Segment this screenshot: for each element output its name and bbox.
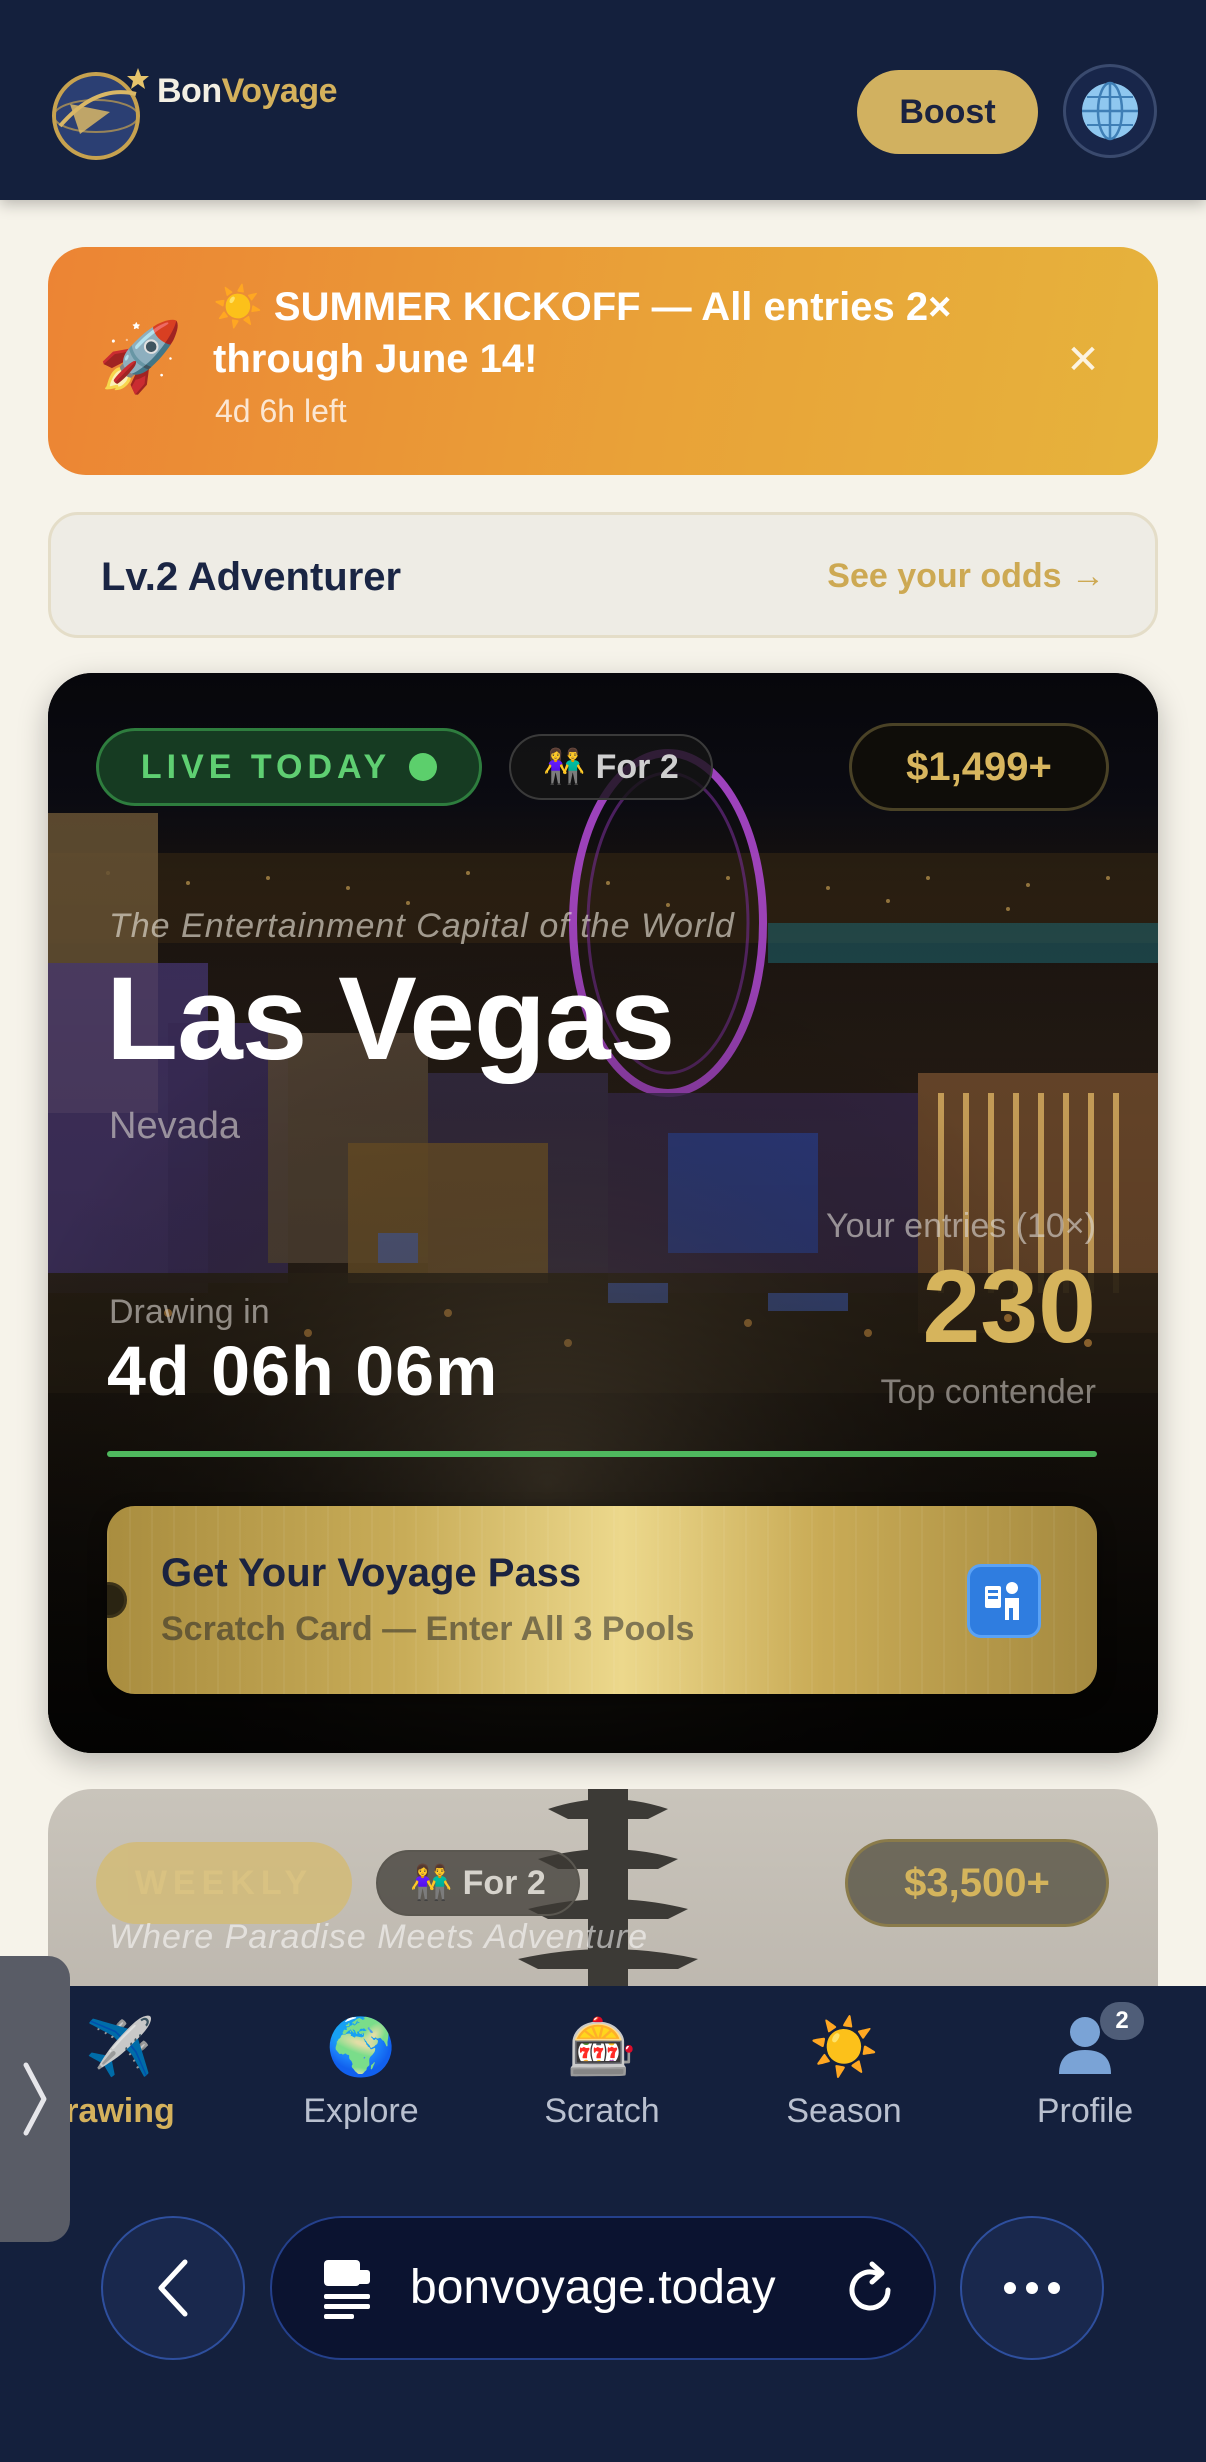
boost-button[interactable]: Boost xyxy=(857,70,1038,154)
entries-label: Your entries (10×) xyxy=(826,1207,1096,1245)
dot-icon xyxy=(1048,2282,1060,2294)
passport-control-icon xyxy=(967,1564,1041,1638)
notification-badge: 2 xyxy=(1100,2002,1144,2040)
level-bar[interactable]: Lv.2 Adventurer See your odds → xyxy=(48,512,1158,638)
chevron-left-icon xyxy=(158,2259,188,2317)
price-badge: $1,499+ xyxy=(849,723,1109,811)
voyage-pass-title: Get Your Voyage Pass xyxy=(161,1551,582,1595)
address-bar[interactable]: bonvoyage.today xyxy=(270,2216,936,2360)
party-size-badge: 👫 For 2 xyxy=(376,1850,580,1916)
live-dot-icon xyxy=(409,753,438,781)
reload-icon[interactable] xyxy=(842,2260,902,2320)
dot-icon xyxy=(1026,2282,1038,2294)
drawing-countdown: 4d 06h 06m xyxy=(107,1332,499,1410)
couple-icon: 👫 xyxy=(543,748,586,786)
tab-label: Scratch xyxy=(544,2092,660,2130)
tab-label: Profile xyxy=(1036,2092,1134,2130)
promo-time-left: 4d 6h left xyxy=(215,393,347,429)
destination-tagline: Where Paradise Meets Adventure xyxy=(109,1918,648,1956)
weekly-badge: WEEKLY xyxy=(96,1842,352,1924)
page-info-icon xyxy=(324,2260,370,2319)
promo-banner[interactable]: 🚀 ☀️ SUMMER KICKOFF — All entries 2× thr… xyxy=(48,247,1158,475)
more-options-button[interactable] xyxy=(960,2216,1104,2360)
dot-icon xyxy=(1004,2282,1016,2294)
tab-season[interactable]: ☀️ Season xyxy=(744,2012,944,2142)
slot-machine-icon: 🎰 xyxy=(567,2015,637,2078)
language-button[interactable] xyxy=(1063,64,1157,158)
entries-rank: Top contender xyxy=(880,1373,1097,1411)
see-odds-link[interactable]: See your odds → xyxy=(827,557,1105,596)
tab-profile[interactable]: Profile xyxy=(985,2012,1185,2142)
drawing-label: Drawing in xyxy=(109,1293,270,1331)
brand-name: BonVoyage xyxy=(157,72,338,110)
rocket-icon: 🚀 xyxy=(98,319,183,395)
price-badge: $3,500+ xyxy=(845,1839,1109,1927)
chevron-right-icon xyxy=(23,2062,47,2136)
tab-label: Season xyxy=(786,2092,902,2130)
tab-scratch[interactable]: 🎰 Scratch xyxy=(502,2012,702,2142)
browser-back-button[interactable] xyxy=(101,2216,245,2360)
bonvoyage-logo-icon[interactable] xyxy=(50,64,150,160)
featured-destination-card[interactable]: LIVE TODAY 👫 For 2 $1,499+ The Entertain… xyxy=(48,673,1158,1753)
couple-icon: 👫 xyxy=(410,1864,453,1902)
voyage-pass-subtitle: Scratch Card — Enter All 3 Pools xyxy=(161,1610,695,1648)
level-label: Lv.2 Adventurer xyxy=(101,555,402,599)
globe-icon xyxy=(1082,81,1138,141)
voyage-pass-button[interactable]: Get Your Voyage Pass Scratch Card — Ente… xyxy=(107,1506,1097,1694)
sun-icon: ☀️ xyxy=(809,2015,879,2078)
ticket-notch xyxy=(107,1582,127,1618)
tab-explore[interactable]: 🌍 Explore xyxy=(261,2012,461,2142)
drawing-progress-bar xyxy=(107,1451,1097,1457)
side-drawer-handle[interactable] xyxy=(0,1956,70,2242)
destination-tagline: The Entertainment Capital of the World xyxy=(109,907,735,945)
tab-label: Explore xyxy=(303,2092,419,2130)
live-today-badge: LIVE TODAY xyxy=(96,728,482,806)
promo-title: ☀️ SUMMER KICKOFF — All entries 2× throu… xyxy=(213,285,952,381)
destination-city: Las Vegas xyxy=(106,953,675,1085)
party-size-badge: 👫 For 2 xyxy=(509,734,713,800)
close-icon[interactable]: ✕ xyxy=(1058,335,1108,385)
url-text: bonvoyage.today xyxy=(410,2261,776,2314)
app-header: BonVoyage Boost xyxy=(0,0,1206,200)
globe-icon: 🌍 xyxy=(326,2015,396,2078)
destination-state: Nevada xyxy=(109,1105,240,1147)
user-icon xyxy=(985,2012,1185,2082)
entries-count: 230 xyxy=(922,1249,1096,1365)
